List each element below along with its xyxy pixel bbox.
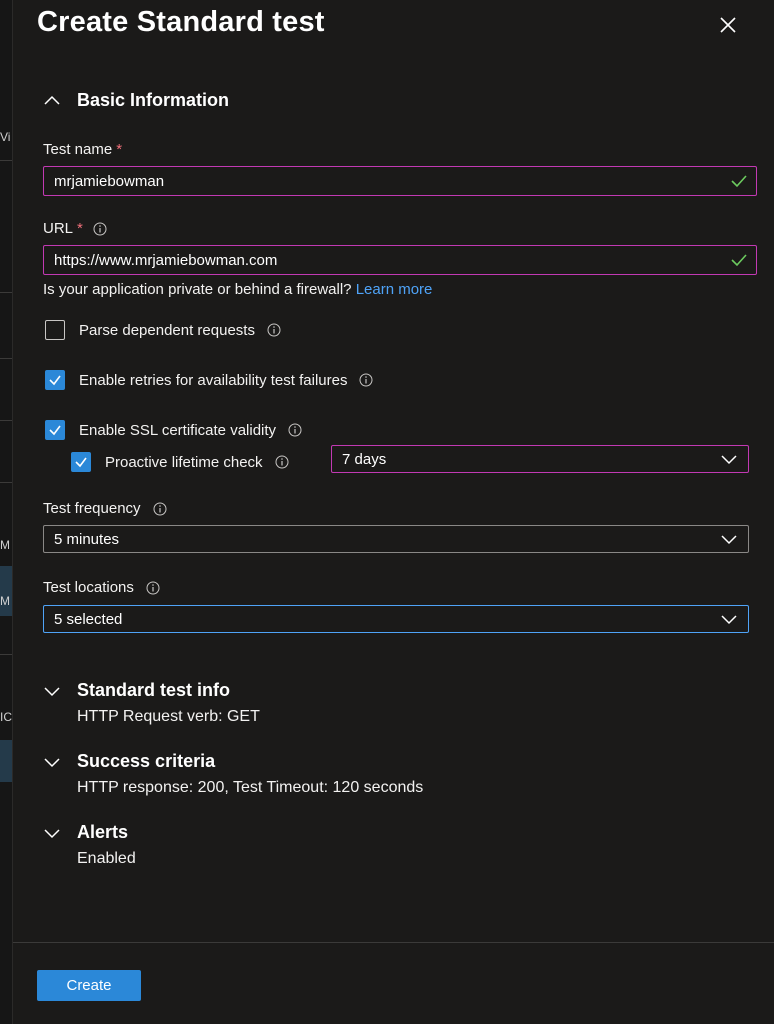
parse-dependent-requests-checkbox[interactable] [45, 320, 65, 340]
test-name-value: mrjamiebowman [54, 172, 165, 190]
chevron-down-icon [44, 757, 60, 767]
chevron-down-icon [721, 535, 737, 545]
success-criteria-summary: HTTP response: 200, Test Timeout: 120 se… [77, 779, 424, 796]
background-highlight [0, 740, 12, 782]
section-heading: Basic Information [77, 90, 230, 110]
chevron-down-icon [721, 455, 737, 465]
url-label-text: URL [43, 220, 74, 237]
required-marker: * [77, 220, 83, 237]
background-divider [0, 654, 12, 655]
standard-test-info-summary: HTTP Request verb: GET [77, 708, 260, 725]
required-marker: * [116, 141, 123, 158]
checkmark-icon [75, 457, 87, 468]
chevron-down-icon [44, 828, 60, 838]
background-highlight [0, 566, 12, 616]
url-input[interactable]: https://www.mrjamiebowman.com [43, 245, 757, 275]
success-criteria-toggle[interactable]: Success criteria [43, 751, 215, 772]
close-icon[interactable] [717, 14, 739, 36]
section-heading: Standard test info [77, 680, 231, 700]
alerts-summary: Enabled [77, 850, 136, 867]
proactive-lifetime-checkbox[interactable] [71, 452, 91, 472]
create-standard-test-panel: Create Standard test Basic Information T… [12, 0, 774, 1024]
background-divider [0, 420, 12, 421]
test-frequency-label-text: Test frequency [43, 500, 141, 517]
test-frequency-dropdown[interactable]: 5 minutes [43, 525, 749, 553]
test-name-input[interactable]: mrjamiebowman [43, 166, 757, 196]
test-frequency-label: Test frequency [43, 500, 167, 517]
test-name-label: Test name * [43, 141, 122, 158]
proactive-lifetime-row: Proactive lifetime check [71, 452, 289, 472]
background-divider [0, 482, 12, 483]
proactive-lifetime-dropdown[interactable]: 7 days [331, 445, 749, 473]
enable-ssl-label: Enable SSL certificate validity [79, 421, 277, 439]
chevron-up-icon [44, 95, 60, 105]
basic-information-toggle[interactable]: Basic Information [43, 90, 229, 111]
parse-dependent-requests-row: Parse dependent requests [45, 320, 281, 340]
background-text: M [0, 594, 10, 608]
section-heading: Success criteria [77, 751, 216, 771]
panel-title: Create Standard test [37, 6, 325, 38]
info-icon[interactable] [153, 502, 167, 516]
info-icon[interactable] [288, 423, 302, 437]
checkmark-icon [49, 425, 61, 436]
test-frequency-value: 5 minutes [54, 530, 120, 548]
firewall-helper-text: Is your application private or behind a … [43, 281, 352, 298]
info-icon[interactable] [267, 323, 281, 337]
background-divider [0, 292, 12, 293]
enable-ssl-checkbox[interactable] [45, 420, 65, 440]
enable-retries-row: Enable retries for availability test fai… [45, 370, 373, 390]
background-text: M [0, 538, 10, 552]
url-value: https://www.mrjamiebowman.com [54, 251, 278, 269]
background-divider [0, 358, 12, 359]
test-locations-value: 5 selected [54, 610, 123, 628]
parse-dependent-requests-label: Parse dependent requests [79, 321, 255, 339]
info-icon[interactable] [275, 455, 289, 469]
alerts-toggle[interactable]: Alerts [43, 822, 128, 843]
test-locations-label: Test locations [43, 579, 160, 596]
background-blade: Vi M M IC [0, 0, 12, 1024]
background-text: IC [0, 710, 12, 724]
test-name-label-text: Test name [43, 141, 113, 158]
info-icon[interactable] [359, 373, 373, 387]
url-label: URL * [43, 220, 107, 237]
chevron-down-icon [721, 615, 737, 625]
proactive-lifetime-label: Proactive lifetime check [105, 453, 263, 471]
footer-divider [13, 942, 774, 943]
info-icon[interactable] [146, 581, 160, 595]
learn-more-link[interactable]: Learn more [356, 281, 433, 298]
create-button[interactable]: Create [37, 970, 141, 1001]
info-icon[interactable] [93, 222, 107, 236]
firewall-helper: Is your application private or behind a … [43, 281, 432, 298]
standard-test-info-toggle[interactable]: Standard test info [43, 680, 230, 701]
valid-check-icon [731, 175, 747, 188]
valid-check-icon [731, 254, 747, 267]
section-heading: Alerts [77, 822, 129, 842]
proactive-lifetime-value: 7 days [342, 450, 387, 468]
test-locations-dropdown[interactable]: 5 selected [43, 605, 749, 633]
enable-retries-label: Enable retries for availability test fai… [79, 371, 348, 389]
checkmark-icon [49, 375, 61, 386]
enable-ssl-row: Enable SSL certificate validity [45, 420, 302, 440]
background-text: Vi [0, 130, 11, 144]
chevron-down-icon [44, 686, 60, 696]
enable-retries-checkbox[interactable] [45, 370, 65, 390]
background-divider [0, 160, 12, 161]
test-locations-label-text: Test locations [43, 579, 134, 596]
